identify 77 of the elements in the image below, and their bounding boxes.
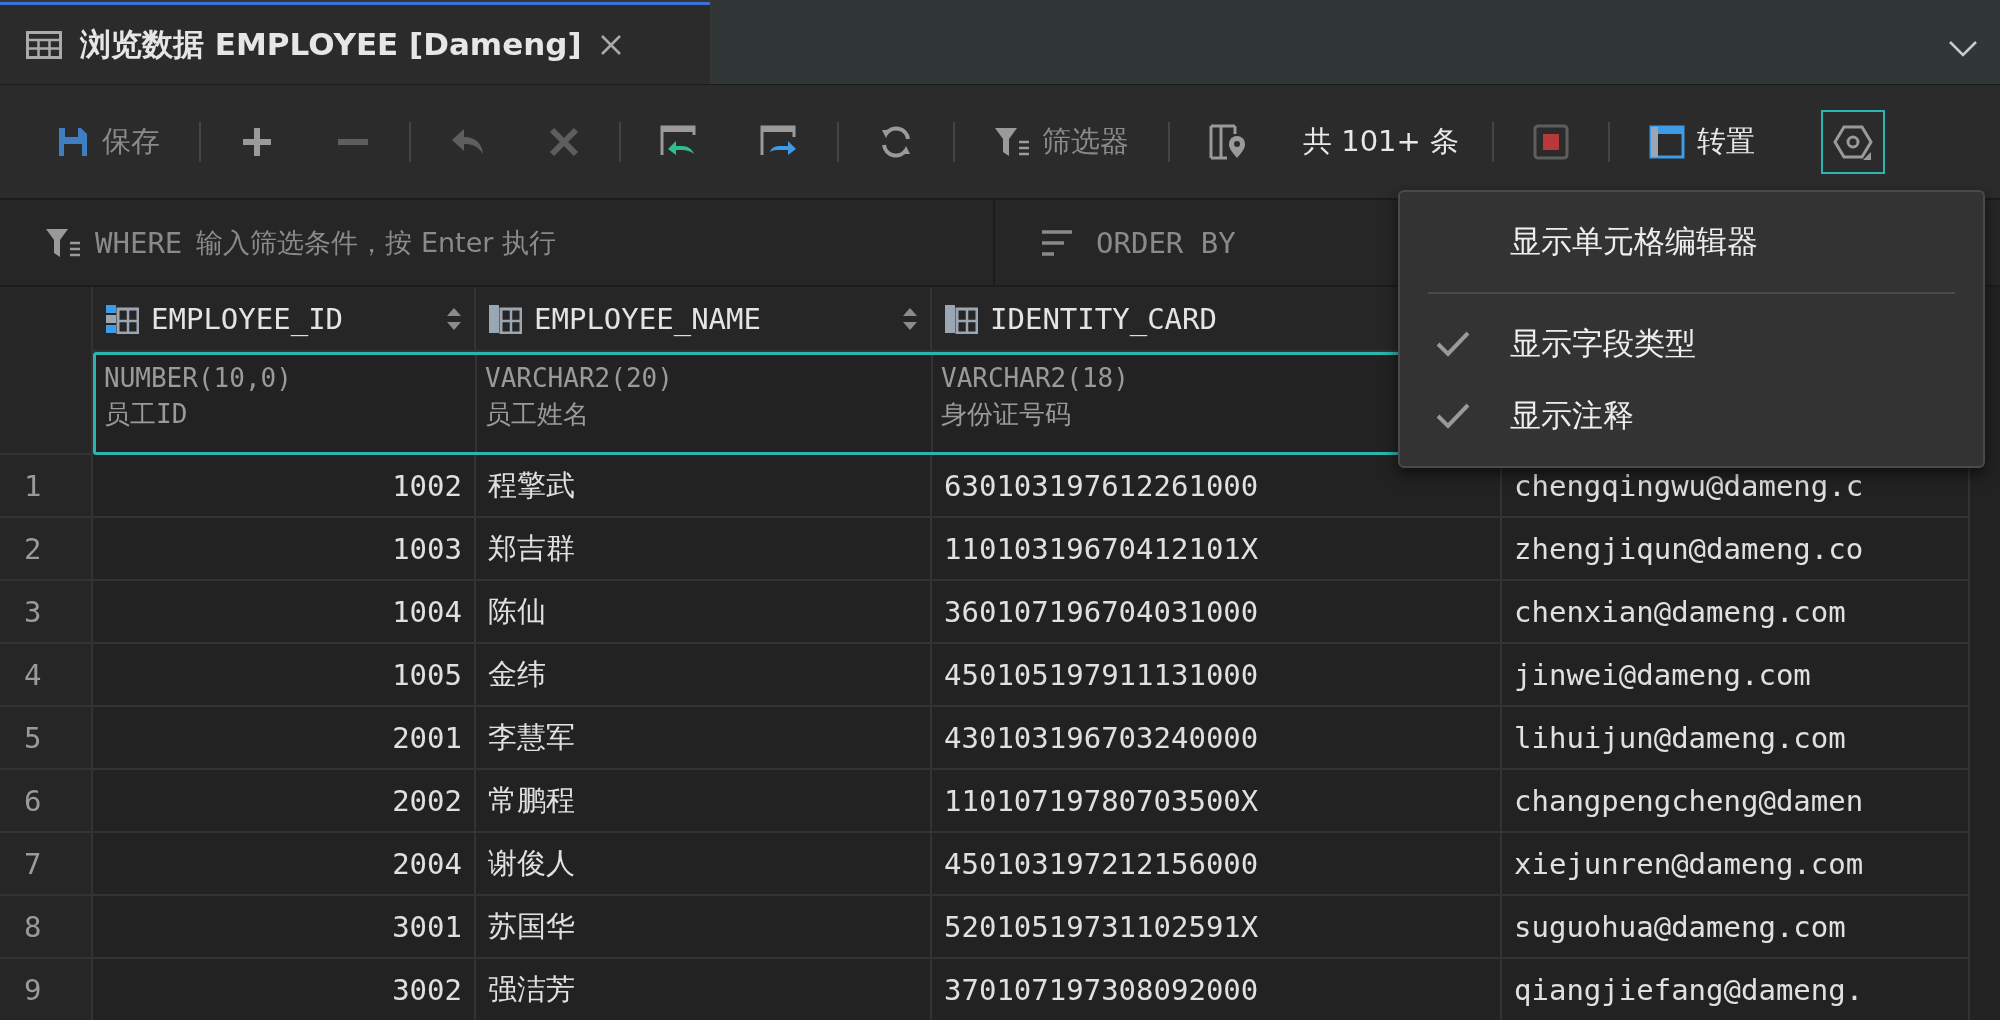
- table-cell: 陈仙: [476, 581, 932, 644]
- where-label: WHERE: [95, 225, 183, 260]
- table-cell: 450103197212156000: [932, 833, 1502, 896]
- table-cell: zhengjiqun@dameng.co: [1502, 518, 1970, 581]
- sort-lines-icon: [1040, 228, 1074, 257]
- row-number: 6: [0, 770, 93, 833]
- stop-icon[interactable]: [1533, 123, 1570, 160]
- table-cell: 1005: [93, 644, 476, 707]
- table-cell: jinwei@dameng.com: [1502, 644, 1970, 707]
- table-cell: chenxian@dameng.com: [1502, 581, 1970, 644]
- menu-item[interactable]: 显示单元格编辑器: [1400, 206, 1983, 278]
- row-number: 1: [0, 455, 93, 518]
- table-cell: 谢俊人: [476, 833, 932, 896]
- table-cell: 370107197308092000: [932, 959, 1502, 1020]
- column-type: NUMBER(10,0): [104, 363, 292, 393]
- table-cell: 程擎武: [476, 455, 932, 518]
- settings-icon: [1833, 123, 1874, 160]
- filter-button[interactable]: 筛选器: [988, 113, 1135, 170]
- filter-icon: [45, 226, 81, 259]
- column-comment: 员工姓名: [485, 398, 589, 431]
- close-icon[interactable]: [599, 33, 622, 56]
- table-cell: suguohua@dameng.com: [1502, 896, 1970, 959]
- table-cell: 苏国华: [476, 896, 932, 959]
- row-number: 9: [0, 959, 93, 1020]
- table-cell: 金纬: [476, 644, 932, 707]
- table-cell: 450105197911131000: [932, 644, 1502, 707]
- table-cell: 1003: [93, 518, 476, 581]
- window-icon: [1649, 124, 1686, 159]
- column-type: VARCHAR2(18): [941, 363, 1129, 393]
- table-cell: 2004: [93, 833, 476, 896]
- column-comment: 身份证号码: [941, 398, 1071, 431]
- check-icon: [1436, 331, 1470, 357]
- table-cell: 3001: [93, 896, 476, 959]
- tab[interactable]: 浏览数据 EMPLOYEE [Dameng]: [0, 2, 710, 84]
- row-count: 共 101+ 条: [1303, 122, 1460, 160]
- column-header[interactable]: EMPLOYEE_NAME: [476, 287, 932, 352]
- table-cell: lihuijun@dameng.com: [1502, 707, 1970, 770]
- sort-icon[interactable]: [446, 306, 462, 331]
- table-cell: 360107196704031000: [932, 581, 1502, 644]
- check-icon: [1436, 403, 1470, 429]
- save-button[interactable]: 保存: [50, 113, 166, 170]
- menu-item[interactable]: 显示注释: [1400, 380, 1983, 452]
- column-comment: 员工ID: [104, 398, 188, 431]
- order-by-label: ORDER BY: [1096, 225, 1236, 260]
- column-type: VARCHAR2(20): [485, 363, 673, 393]
- table-cell: 郑吉群: [476, 518, 932, 581]
- table-cell: 1004: [93, 581, 476, 644]
- table-cell: 1002: [93, 455, 476, 518]
- row-number: 4: [0, 644, 93, 707]
- settings-button[interactable]: [1821, 109, 1886, 174]
- column-header[interactable]: EMPLOYEE_ID: [93, 287, 476, 352]
- row-number: 3: [0, 581, 93, 644]
- row-number: 8: [0, 896, 93, 959]
- sort-icon[interactable]: [902, 306, 918, 331]
- filter-icon: [994, 125, 1030, 158]
- filter-input[interactable]: 输入筛选条件，按 Enter 执行: [196, 227, 993, 258]
- row-number: 2: [0, 518, 93, 581]
- table-cell: 强洁芳: [476, 959, 932, 1020]
- map-pin-icon[interactable]: [1209, 123, 1247, 160]
- table-cell: 李慧军: [476, 707, 932, 770]
- table-cell: xiejunren@dameng.com: [1502, 833, 1970, 896]
- table-cell: 52010519731102591X: [932, 896, 1502, 959]
- table-cell: 常鹏程: [476, 770, 932, 833]
- row-number: 7: [0, 833, 93, 896]
- table-cell: qiangjiefang@dameng.: [1502, 959, 1970, 1020]
- table-cell: 2001: [93, 707, 476, 770]
- table-cell: 11010319670412101X: [932, 518, 1502, 581]
- table-icon: [26, 30, 62, 59]
- chevron-down-icon[interactable]: [1948, 40, 1978, 58]
- table-cell: 430103196703240000: [932, 707, 1502, 770]
- table-cell: 3002: [93, 959, 476, 1020]
- tab-title: 浏览数据 EMPLOYEE [Dameng]: [80, 24, 582, 64]
- transpose-button[interactable]: 转置: [1643, 113, 1762, 170]
- table-cell: changpengcheng@damen: [1502, 770, 1970, 833]
- table-cell: 11010719780703500X: [932, 770, 1502, 833]
- table-cell: 2002: [93, 770, 476, 833]
- row-number: 5: [0, 707, 93, 770]
